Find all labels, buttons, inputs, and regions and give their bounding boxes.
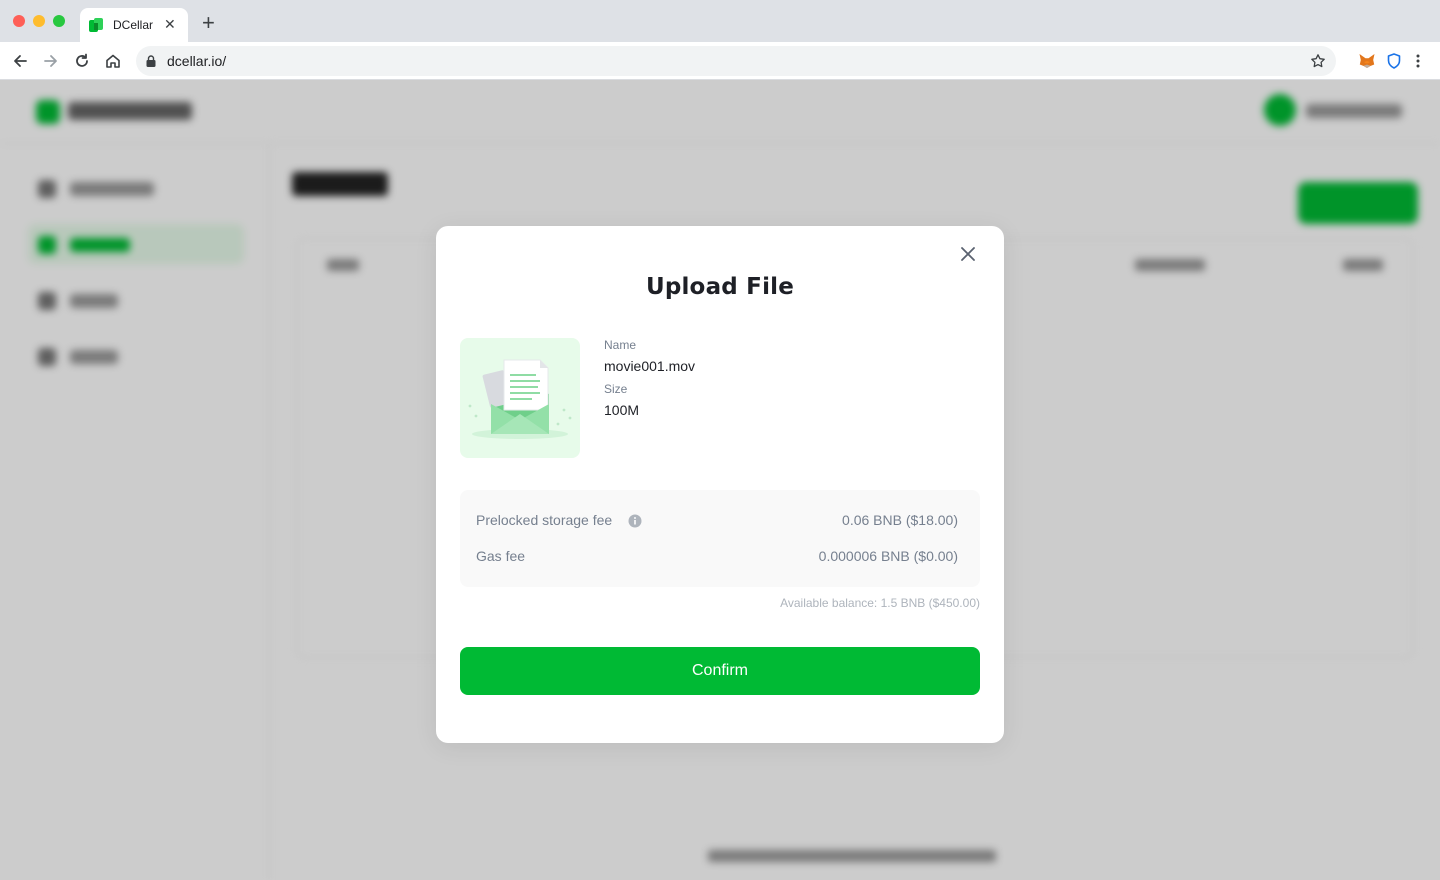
dcellar-favicon-icon <box>89 18 103 32</box>
file-thumbnail <box>460 338 580 458</box>
new-tab-button[interactable]: + <box>202 12 215 34</box>
forward-arrow-icon[interactable] <box>42 52 60 70</box>
lock-icon[interactable] <box>146 55 156 67</box>
fee-value: 0.06 BNB ($18.00) <box>842 512 958 528</box>
file-name-label: Name <box>604 338 637 352</box>
url-text[interactable]: dcellar.io/ <box>167 53 226 69</box>
fee-row-gas: Gas fee 0.000006 BNB ($0.00) <box>476 548 964 568</box>
back-arrow-icon[interactable] <box>11 52 29 70</box>
browser-tab-bar: DCellar ✕ + <box>0 0 1440 42</box>
available-balance: Available balance: 1.5 BNB ($450.00) <box>780 596 980 610</box>
fee-summary: Prelocked storage fee 0.06 BNB ($18.00) … <box>460 490 980 587</box>
window-minimize-button[interactable] <box>33 15 45 27</box>
star-icon[interactable] <box>1310 53 1326 69</box>
modal-title: Upload File <box>645 274 795 300</box>
fee-value: 0.000006 BNB ($0.00) <box>818 548 958 564</box>
file-size-value: 100M <box>604 402 640 418</box>
fee-label: Gas fee <box>476 548 526 564</box>
home-icon[interactable] <box>104 52 122 70</box>
browser-toolbar: dcellar.io/ <box>0 42 1440 80</box>
window-close-button[interactable] <box>13 15 25 27</box>
tab-close-icon[interactable]: ✕ <box>164 16 176 32</box>
file-name-value: movie001.mov <box>604 358 696 374</box>
tab-title: DCellar <box>113 18 154 32</box>
fee-row-storage: Prelocked storage fee 0.06 BNB ($18.00) <box>476 512 964 532</box>
address-bar[interactable]: dcellar.io/ <box>136 46 1336 76</box>
close-icon[interactable] <box>958 244 978 264</box>
metamask-fox-icon[interactable] <box>1358 52 1376 70</box>
window-maximize-button[interactable] <box>53 15 65 27</box>
envelope-document-illustration <box>468 359 572 439</box>
reload-icon[interactable] <box>73 52 91 70</box>
upload-file-modal: Upload File Name movie001.mov Size 100M <box>436 226 1004 743</box>
confirm-button[interactable]: Confirm <box>460 647 980 695</box>
file-size-label: Size <box>604 382 628 396</box>
fee-label: Prelocked storage fee <box>476 512 613 528</box>
info-icon[interactable] <box>628 514 642 528</box>
shield-extension-icon[interactable] <box>1385 52 1403 70</box>
more-menu-icon[interactable] <box>1409 52 1427 70</box>
browser-tab[interactable]: DCellar ✕ <box>80 8 188 42</box>
